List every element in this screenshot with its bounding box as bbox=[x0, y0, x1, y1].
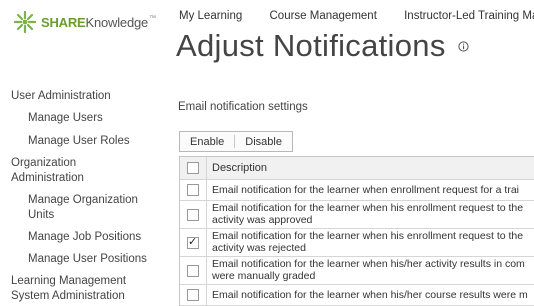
checkmark-icon: ✓ bbox=[188, 236, 198, 248]
nav-course-management[interactable]: Course Management bbox=[270, 10, 377, 22]
row-description: Email notification for the learner when … bbox=[207, 180, 519, 200]
nav-instructor-led-training[interactable]: Instructor-Led Training Mana bbox=[404, 10, 534, 22]
select-all-checkbox[interactable] bbox=[187, 162, 199, 174]
sidebar-label-line: Organization bbox=[11, 157, 77, 169]
title-row: Adjust Notifications bbox=[176, 28, 469, 64]
sidebar-item-manage-organization-units[interactable]: Manage Organization Units bbox=[28, 193, 158, 223]
row-description-line: Email notification for the learner when … bbox=[212, 289, 528, 301]
disable-button[interactable]: Disable bbox=[235, 136, 292, 148]
row-checkbox[interactable] bbox=[187, 265, 199, 277]
info-icon[interactable] bbox=[458, 41, 469, 52]
logo-trademark: ™ bbox=[149, 15, 157, 22]
row-description-line: Email notification for the learner when … bbox=[212, 184, 519, 196]
shareknowledge-logo[interactable]: SHAREKnowledge™ bbox=[12, 9, 162, 35]
row-description-line: activity was approved bbox=[212, 213, 313, 226]
row-description: Email notification for the learner when … bbox=[207, 257, 525, 284]
row-checkbox[interactable] bbox=[187, 289, 199, 301]
section-label: Email notification settings bbox=[178, 101, 308, 113]
sidebar-item-organization-administration[interactable]: Organization Administration bbox=[11, 156, 131, 186]
row-checkbox[interactable] bbox=[187, 209, 199, 221]
row-description: Email notification for the learner when … bbox=[207, 285, 528, 305]
sidebar-item-manage-users[interactable]: Manage Users bbox=[28, 111, 158, 126]
row-description-line: were manually graded bbox=[212, 269, 316, 282]
sidebar-item-lms-administration[interactable]: Learning Management System Administratio… bbox=[11, 274, 131, 304]
top-navigation: My Learning Course Management Instructor… bbox=[179, 10, 534, 22]
sidebar-label-line: Manage Organization bbox=[28, 194, 138, 206]
logo-wordmark: SHAREKnowledge™ bbox=[41, 15, 156, 30]
sidebar-label-line: Administration bbox=[11, 172, 84, 184]
header-check-cell bbox=[180, 157, 207, 179]
table-row[interactable]: Email notification for the learner when … bbox=[180, 201, 534, 229]
sidebar-item-manage-user-roles[interactable]: Manage User Roles bbox=[28, 134, 158, 149]
sidebar-label-line: Learning Management bbox=[11, 275, 127, 287]
row-description-line: Email notification for the learner when … bbox=[212, 230, 524, 242]
row-checkbox[interactable] bbox=[187, 184, 199, 196]
sidebar-item-manage-job-positions[interactable]: Manage Job Positions bbox=[28, 230, 158, 245]
notifications-table: Description Email notification for the l… bbox=[179, 156, 534, 306]
table-row[interactable]: ✓ Email notification for the learner whe… bbox=[180, 229, 534, 257]
sidebar-label-line: Units bbox=[28, 209, 55, 221]
row-check-cell bbox=[180, 201, 207, 228]
row-check-cell bbox=[180, 180, 207, 200]
sidebar-item-manage-user-positions[interactable]: Manage User Positions bbox=[28, 252, 158, 267]
enable-button[interactable]: Enable bbox=[180, 136, 234, 148]
logo-knowledge-text: Knowledge bbox=[85, 15, 149, 30]
table-row[interactable]: Email notification for the learner when … bbox=[180, 257, 534, 285]
description-column-header[interactable]: Description bbox=[207, 157, 267, 179]
row-description: Email notification for the learner when … bbox=[207, 229, 523, 256]
row-description-line: Email notification for the learner when … bbox=[212, 258, 525, 270]
starburst-logo-icon bbox=[13, 10, 37, 34]
logo-share-text: SHARE bbox=[41, 15, 86, 30]
row-description-line: Email notification for the learner when … bbox=[212, 202, 524, 214]
notification-toolbar: Enable Disable bbox=[179, 131, 293, 152]
row-checkbox[interactable]: ✓ bbox=[187, 236, 199, 249]
nav-my-learning[interactable]: My Learning bbox=[179, 10, 242, 22]
page-title: Adjust Notifications bbox=[176, 28, 446, 63]
sidebar-item-user-administration[interactable]: User Administration bbox=[11, 89, 131, 104]
sidebar-label-line: System Administration bbox=[11, 290, 125, 302]
table-row[interactable]: Email notification for the learner when … bbox=[180, 285, 534, 306]
row-check-cell bbox=[180, 285, 207, 305]
row-description: Email notification for the learner when … bbox=[207, 201, 523, 228]
table-header-row: Description bbox=[180, 157, 534, 180]
row-check-cell: ✓ bbox=[180, 229, 207, 256]
row-description-line: activity was rejected bbox=[212, 241, 306, 254]
row-check-cell bbox=[180, 257, 207, 284]
table-row[interactable]: Email notification for the learner when … bbox=[180, 180, 534, 201]
